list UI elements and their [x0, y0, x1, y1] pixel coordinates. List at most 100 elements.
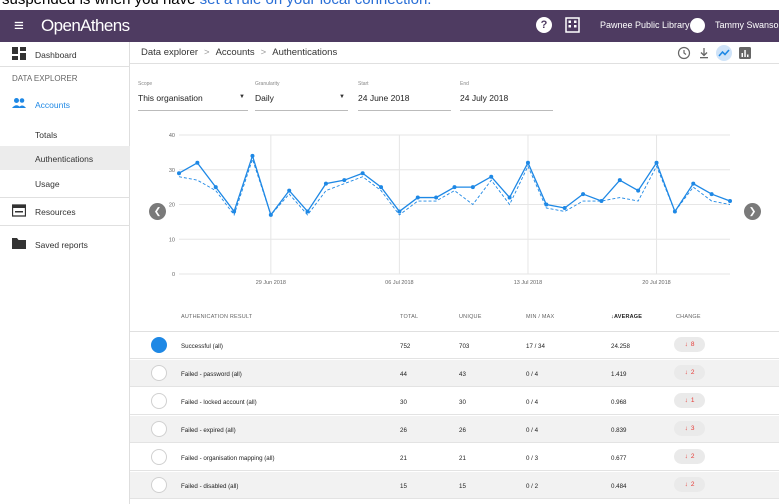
divider [0, 66, 130, 67]
data-point [287, 188, 292, 193]
column-header-result[interactable]: AUTHENICATION RESULT [181, 314, 252, 320]
sidebar-item-saved-reports[interactable]: Saved reports [0, 232, 130, 256]
bar-chart-icon[interactable] [738, 46, 752, 60]
row-select-radio[interactable] [151, 337, 167, 353]
column-header-minmax[interactable]: MIN / MAX [526, 314, 554, 320]
cell-unique: 30 [459, 399, 466, 406]
breadcrumb-separator: > [260, 47, 267, 58]
cell-minmax: 0 / 4 [526, 427, 539, 434]
column-header-average[interactable]: ↓AVERAGE [611, 314, 642, 320]
table-header: AUTHENICATION RESULT TOTAL UNIQUE MIN / … [130, 302, 779, 332]
y-tick-label: 40 [169, 133, 175, 139]
table-row[interactable]: Failed - locked account (all) 30 30 0 / 4 0.… [130, 388, 779, 415]
data-point [728, 199, 732, 204]
breadcrumb-data-explorer[interactable]: Data explorer [141, 47, 198, 58]
data-point [434, 195, 439, 200]
sidebar-item-authentications[interactable]: Authentications [0, 146, 130, 170]
data-point [268, 212, 273, 217]
change-value: 2 [690, 481, 695, 488]
dropdown-arrow-icon: ▼ [239, 94, 245, 100]
cell-result: Failed - disabled (all) [181, 483, 239, 490]
clock-icon[interactable] [677, 46, 691, 60]
start-date-field[interactable]: Start 24 June 2018 [358, 81, 451, 111]
cell-result: Failed - expired (all) [181, 427, 236, 434]
scope-select[interactable]: Scope This organisation ▼ [138, 81, 248, 111]
breadcrumb-separator: > [204, 47, 210, 58]
trend-icon[interactable] [716, 45, 732, 61]
dashboard-icon [12, 47, 26, 60]
column-header-change[interactable]: CHANGE [676, 314, 701, 320]
sidebar-item-dashboard[interactable]: Dashboard [0, 42, 130, 66]
x-tick-label: 06 Jul 2018 [385, 280, 413, 286]
banner-link[interactable]: set a rule on your local connection. [200, 0, 432, 8]
column-header-total[interactable]: TOTAL [400, 314, 418, 320]
table-row[interactable]: Failed - expired (all) 26 26 0 / 4 0.839 ↓ 3 [130, 416, 779, 443]
sidebar-item-resources[interactable]: Resources [0, 199, 130, 223]
row-select-radio[interactable] [151, 393, 167, 409]
data-point [562, 205, 567, 210]
cell-total: 21 [400, 455, 407, 462]
cell-average: 0.968 [611, 399, 627, 406]
row-select-radio[interactable] [151, 449, 167, 465]
sidebar-item-totals[interactable]: Totals [0, 122, 130, 146]
building-icon[interactable] [565, 17, 580, 33]
y-tick-label: 30 [169, 168, 175, 174]
data-point [323, 181, 328, 186]
user-name[interactable]: Tammy Swanson [715, 20, 779, 30]
data-point [250, 153, 255, 158]
sidebar-item-label: Usage [35, 179, 60, 189]
end-date-field[interactable]: End 24 July 2018 [460, 81, 553, 111]
chart-canvas: 0 10 20 30 40 29 Jun 2018 06 Jul 2018 13 Jul 20… [169, 133, 732, 286]
divider [0, 225, 130, 226]
breadcrumb-accounts[interactable]: Accounts [216, 47, 255, 58]
chevron-right-icon[interactable]: ❯ [744, 203, 761, 220]
banner-text: suspended is when you have set a rule on… [2, 0, 431, 8]
data-point [379, 185, 384, 190]
data-point [489, 174, 494, 179]
x-tick-label: 29 Jun 2018 [256, 280, 286, 286]
column-header-unique[interactable]: UNIQUE [459, 314, 482, 320]
cell-total: 15 [400, 483, 407, 490]
app-logo[interactable]: OpenAthens [41, 16, 130, 36]
people-icon [12, 98, 26, 108]
help-icon[interactable]: ? [536, 17, 552, 33]
table-row[interactable]: Failed - password (all) 44 43 0 / 4 1.419 ↓ 2 [130, 360, 779, 387]
cell-average: 1.419 [611, 371, 627, 378]
download-icon[interactable] [697, 46, 711, 60]
data-point [177, 171, 181, 176]
data-point [581, 192, 586, 197]
change-value: 2 [690, 453, 695, 460]
main-header: Data explorer > Accounts > Authentications [130, 42, 779, 64]
data-point [195, 160, 200, 165]
dropdown-arrow-icon: ▼ [339, 94, 345, 100]
change-value: 3 [690, 425, 695, 432]
cell-average: 0.839 [611, 427, 627, 434]
organisation-name[interactable]: Pawnee Public Library [600, 20, 690, 30]
sidebar-item-accounts[interactable]: Accounts [0, 92, 130, 116]
table-row[interactable]: Failed - organisation mapping (all) 21 21 0… [130, 444, 779, 471]
row-select-radio[interactable] [151, 477, 167, 493]
data-point [617, 178, 622, 183]
cell-unique: 703 [459, 343, 470, 350]
account-circle-icon[interactable] [690, 18, 705, 33]
table-row[interactable]: Failed - disabled (all) 15 15 0 / 2 0.484 ↓ 2 [130, 472, 779, 499]
sidebar-item-label: Saved reports [35, 240, 88, 250]
granularity-select[interactable]: Granularity Daily ▼ [255, 81, 348, 111]
data-point [709, 192, 714, 197]
data-point [342, 178, 347, 183]
row-select-radio[interactable] [151, 365, 167, 381]
cell-minmax: 17 / 34 [526, 343, 545, 350]
sidebar-section-title: DATA EXPLORER [12, 74, 78, 83]
cell-total: 44 [400, 371, 407, 378]
arrow-down-icon: ↓ [684, 341, 688, 348]
cell-result: Successful (all) [181, 343, 223, 350]
change-badge: ↓ 2 [674, 449, 705, 464]
data-point [691, 181, 696, 186]
sidebar-item-label: Accounts [35, 100, 70, 110]
row-select-radio[interactable] [151, 421, 167, 437]
table-row[interactable]: Successful (all) 752 703 17 / 34 24.258 ↓ 8 [130, 332, 779, 359]
chevron-left-icon[interactable]: ❮ [149, 203, 166, 220]
menu-icon[interactable]: ≡ [14, 16, 24, 36]
cell-result: Failed - locked account (all) [181, 399, 257, 406]
sidebar-item-usage[interactable]: Usage [0, 171, 130, 195]
